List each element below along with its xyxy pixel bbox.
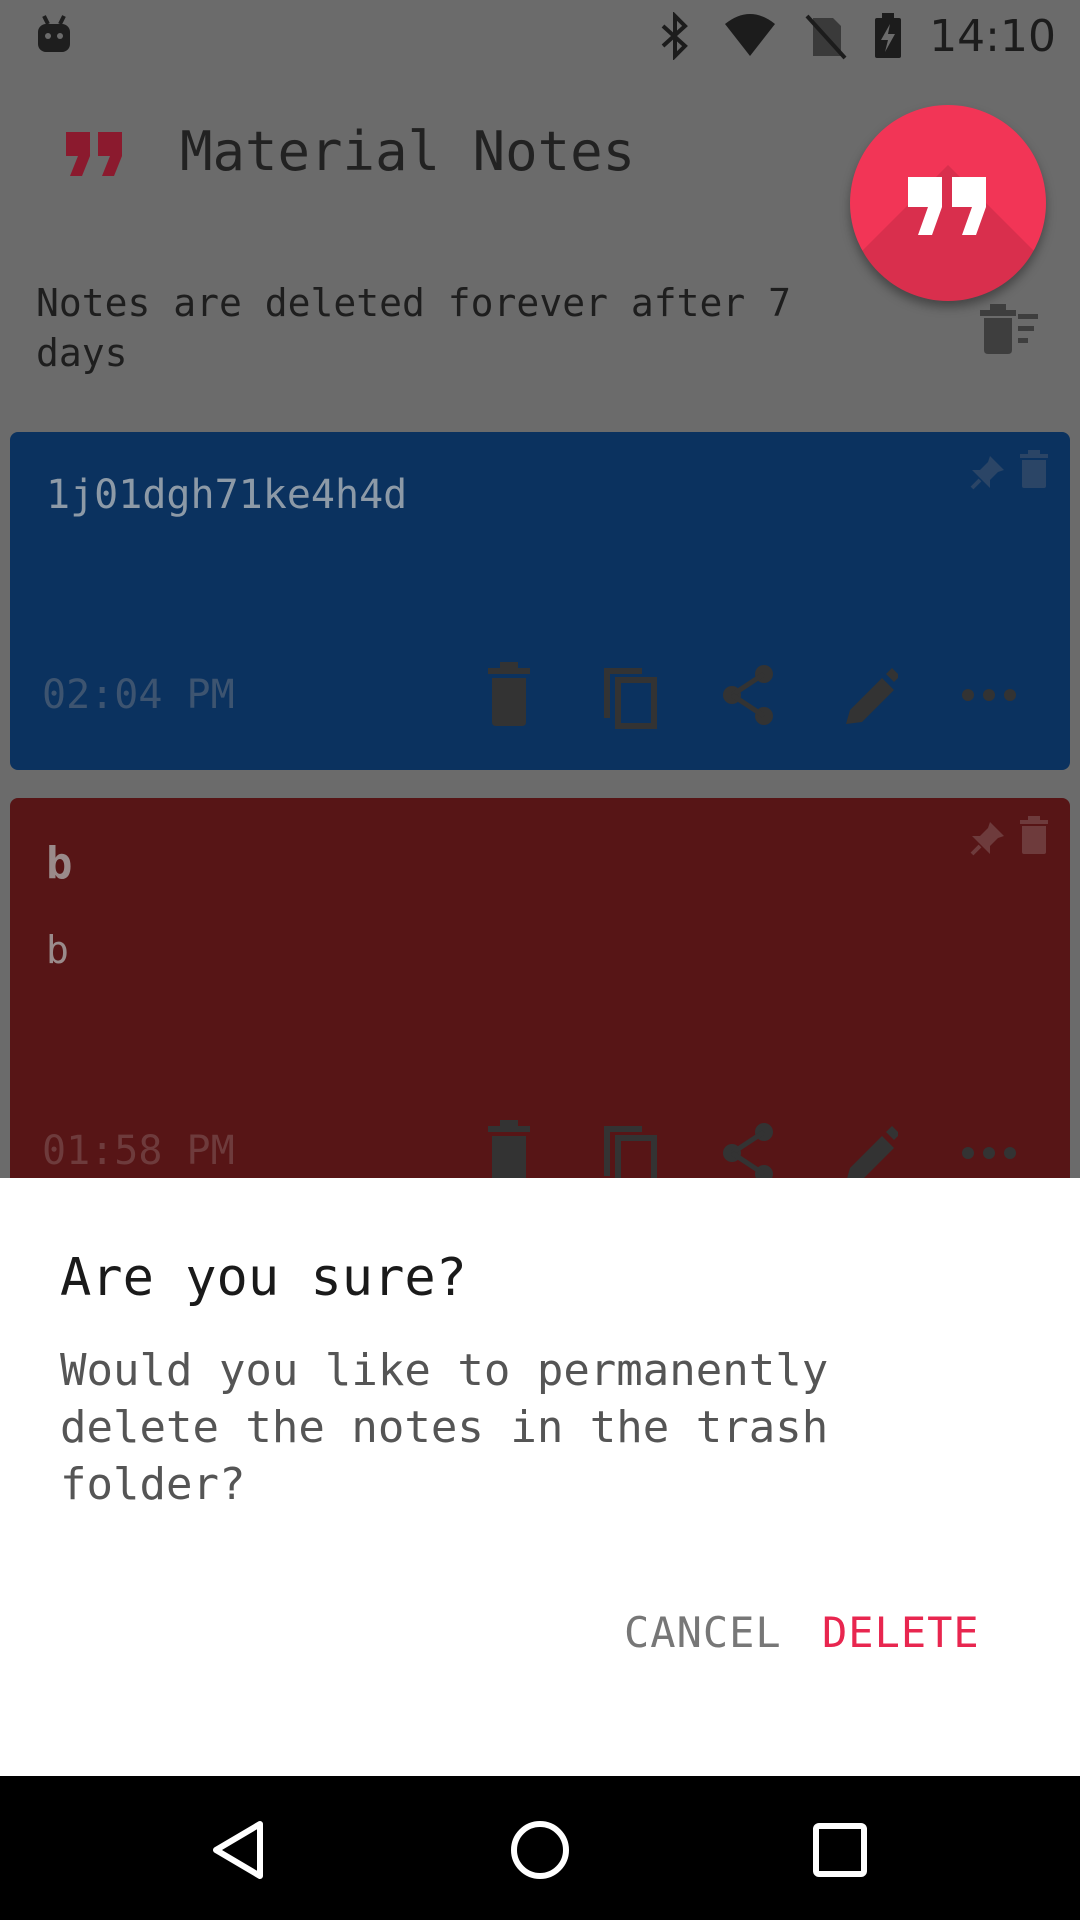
home-icon[interactable] xyxy=(508,1818,572,1882)
note-actions xyxy=(480,660,1018,730)
pin-icon[interactable] xyxy=(968,818,1008,858)
dialog-title: Are you sure? xyxy=(60,1248,467,1308)
recents-icon[interactable] xyxy=(808,1818,872,1882)
wifi-icon xyxy=(725,14,776,56)
app-title: Material Notes xyxy=(180,120,636,183)
note-text: 1j01dgh71ke4h4d xyxy=(46,472,408,518)
note-title: b xyxy=(46,838,73,889)
trash-icon[interactable] xyxy=(1018,450,1050,490)
copy-icon[interactable] xyxy=(600,660,658,730)
dialog-message: Would you like to permanently delete the… xyxy=(60,1345,829,1510)
pin-icon[interactable] xyxy=(968,452,1008,492)
quote-icon xyxy=(66,132,122,176)
trash-icon[interactable] xyxy=(1018,816,1050,856)
quote-icon xyxy=(908,177,986,235)
note-body: b xyxy=(46,928,69,972)
confirm-dialog: Are you sure? Would you like to permanen… xyxy=(0,1178,1080,1776)
delete-button[interactable]: DELETE xyxy=(822,1608,980,1657)
more-icon[interactable] xyxy=(960,660,1018,730)
delete-all-icon[interactable] xyxy=(976,300,1040,356)
back-icon[interactable] xyxy=(208,1818,272,1882)
delete-icon[interactable] xyxy=(480,660,538,730)
battery-charging-icon xyxy=(875,13,902,58)
new-note-fab[interactable] xyxy=(850,105,1046,301)
cancel-button[interactable]: CANCEL xyxy=(624,1608,782,1657)
edit-icon[interactable] xyxy=(840,660,898,730)
status-bar: 14:10 xyxy=(0,0,1080,72)
navigation-bar xyxy=(0,1776,1080,1920)
note-time: 02:04 PM xyxy=(42,672,235,718)
trash-info-text: Notes are deleted forever after 7 days xyxy=(36,281,791,375)
note-card[interactable]: b b 01:58 PM xyxy=(10,798,1070,1198)
no-sim-icon xyxy=(805,14,847,60)
android-icon xyxy=(38,15,70,52)
bluetooth-icon xyxy=(661,12,689,60)
share-icon[interactable] xyxy=(720,660,778,730)
note-card[interactable]: 1j01dgh71ke4h4d 02:04 PM xyxy=(10,432,1070,770)
status-time: 14:10 xyxy=(929,10,1056,62)
note-time: 01:58 PM xyxy=(42,1128,235,1174)
